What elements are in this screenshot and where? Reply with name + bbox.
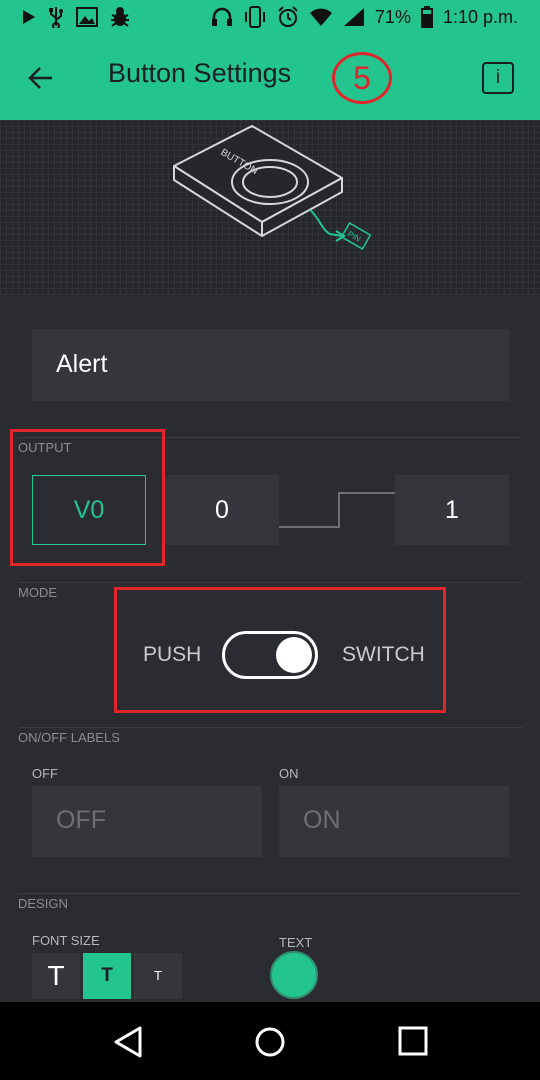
mode-annotation-box bbox=[114, 587, 446, 713]
design-section-label: DESIGN bbox=[18, 896, 68, 911]
max-value-input[interactable]: 1 bbox=[395, 475, 509, 545]
text-color-picker[interactable] bbox=[270, 951, 318, 999]
font-size-small-button[interactable]: T bbox=[134, 953, 182, 999]
off-label-placeholder: OFF bbox=[56, 806, 106, 834]
vibrate-icon bbox=[244, 6, 265, 28]
signal-icon bbox=[343, 8, 364, 26]
app-header: Button Settings 5 i bbox=[0, 36, 540, 120]
image-icon bbox=[76, 7, 98, 27]
nav-recents-button[interactable] bbox=[396, 1024, 432, 1060]
divider bbox=[18, 582, 522, 583]
nav-home-button[interactable] bbox=[252, 1024, 288, 1060]
status-bar: 71% 1:10 p.m. bbox=[0, 0, 540, 36]
on-label-input[interactable]: ON bbox=[279, 786, 509, 857]
widget-name-input[interactable]: Alert bbox=[32, 329, 509, 401]
battery-icon bbox=[420, 6, 433, 28]
font-size-caption: FONT SIZE bbox=[32, 933, 100, 948]
off-label-input[interactable]: OFF bbox=[32, 786, 262, 857]
min-value-input[interactable]: 0 bbox=[165, 475, 279, 545]
divider bbox=[18, 727, 522, 728]
back-button[interactable] bbox=[24, 60, 60, 96]
play-icon bbox=[23, 10, 35, 24]
mode-section-label: MODE bbox=[18, 585, 57, 600]
arrow-left-icon bbox=[28, 67, 52, 89]
info-button[interactable]: i bbox=[482, 62, 514, 94]
triangle-back-icon bbox=[114, 1026, 142, 1058]
usb-icon bbox=[49, 7, 63, 28]
step-annotation: 5 bbox=[332, 52, 392, 104]
battery-percent: 71% bbox=[374, 6, 411, 27]
wifi-icon bbox=[309, 8, 332, 26]
font-size-large-button[interactable]: T bbox=[32, 953, 80, 999]
button-widget-icon: BUTTON PIN bbox=[173, 125, 372, 250]
bug-icon bbox=[111, 7, 129, 27]
system-nav-bar bbox=[0, 1002, 540, 1080]
headphones-icon bbox=[211, 7, 232, 26]
widget-name-value: Alert bbox=[56, 350, 108, 378]
on-label-caption: ON bbox=[279, 766, 299, 781]
settings-panel: Alert OUTPUT V0 0 1 MODE PUSH SWITCH ON/… bbox=[0, 295, 540, 1002]
widget-illustration: BUTTON PIN bbox=[0, 120, 540, 295]
output-annotation-box bbox=[10, 429, 165, 566]
text-color-caption: TEXT bbox=[279, 935, 313, 950]
labels-section-label: ON/OFF LABELS bbox=[18, 730, 120, 745]
off-label-caption: OFF bbox=[32, 766, 58, 781]
pin-label: PIN bbox=[346, 229, 362, 244]
page-title: Button Settings bbox=[108, 58, 292, 88]
square-recents-icon bbox=[398, 1026, 428, 1056]
divider bbox=[18, 893, 522, 894]
font-size-medium-button[interactable]: T bbox=[83, 953, 131, 999]
nav-back-button[interactable] bbox=[110, 1024, 146, 1060]
alarm-icon bbox=[278, 6, 298, 27]
circle-home-icon bbox=[255, 1027, 285, 1057]
clock: 1:10 p.m. bbox=[442, 6, 518, 27]
range-graph-icon bbox=[279, 492, 395, 528]
on-label-placeholder: ON bbox=[303, 806, 341, 834]
